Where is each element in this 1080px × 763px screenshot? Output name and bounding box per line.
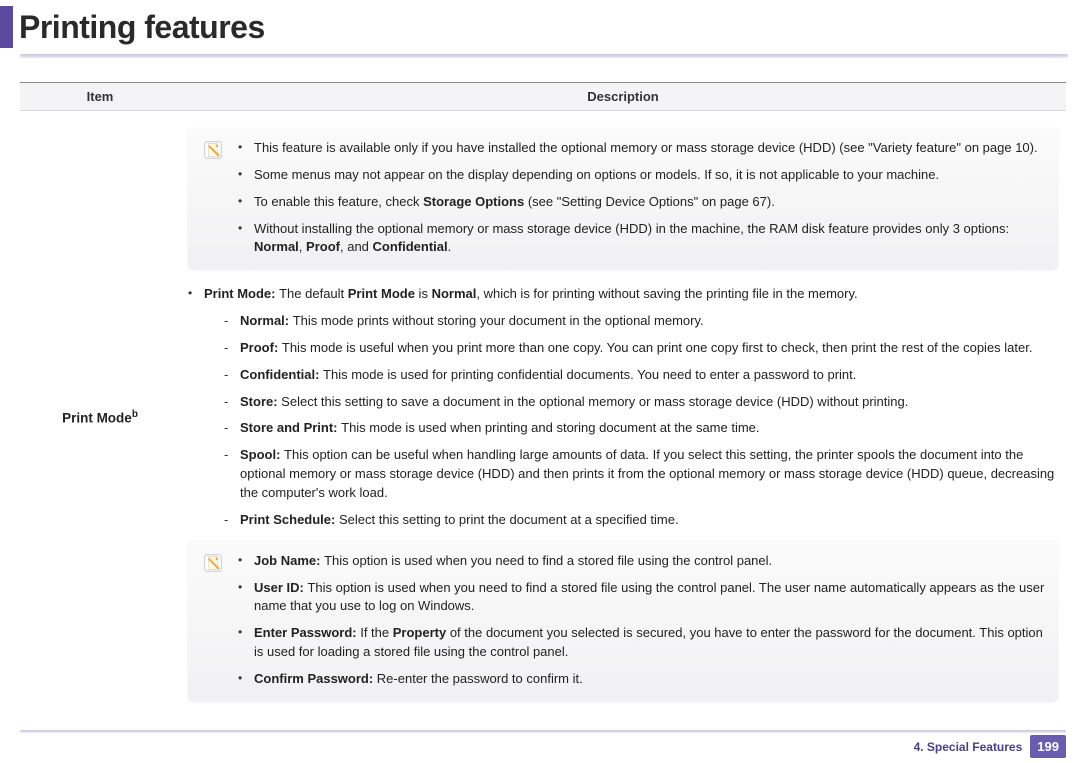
row-label-sup: b — [132, 409, 138, 420]
note2-user-id: User ID: This option is used when you ne… — [238, 579, 1048, 617]
text: , and — [340, 239, 373, 254]
bold: Confidential: — [240, 367, 323, 382]
bold-normal: Normal — [432, 286, 477, 301]
title-accent-bar — [0, 6, 13, 48]
bold-print-mode: Print Mode: — [204, 286, 279, 301]
note-icon — [202, 552, 224, 574]
note-box-job-options: Job Name: This option is used when you n… — [188, 540, 1058, 701]
text: This option can be useful when handling … — [240, 447, 1054, 500]
bold: Confirm Password: — [254, 671, 377, 686]
sub-proof: Proof: This mode is useful when you prin… — [224, 339, 1058, 358]
print-mode-sublist: Normal: This mode prints without storing… — [204, 312, 1058, 530]
note2-confirm-password: Confirm Password: Re-enter the password … — [238, 670, 1048, 689]
bold-confidential: Confidential — [373, 239, 448, 254]
bold: Job Name: — [254, 553, 324, 568]
text: The default — [279, 286, 348, 301]
text: This mode is used for printing confident… — [323, 367, 856, 382]
note-box-availability: This feature is available only if you ha… — [188, 127, 1058, 269]
bold: User ID: — [254, 580, 307, 595]
note2-enter-password: Enter Password: If the Property of the d… — [238, 624, 1048, 662]
col-header-item: Item — [20, 83, 180, 111]
note1-item-enable: To enable this feature, check Storage Op… — [238, 193, 1048, 212]
text: . — [448, 239, 452, 254]
chapter-label: 4. Special Features — [914, 740, 1023, 754]
bold-normal: Normal — [254, 239, 299, 254]
page-title: Printing features — [19, 9, 265, 46]
note1-item-menus: Some menus may not appear on the display… — [238, 166, 1048, 185]
bold-storage-options: Storage Options — [423, 194, 528, 209]
text: , which is for printing without saving t… — [476, 286, 857, 301]
bold: Store: — [240, 394, 281, 409]
text: is — [415, 286, 432, 301]
col-header-desc: Description — [180, 83, 1066, 111]
feature-table: Item Description Print Modeb — [20, 82, 1066, 723]
footer-rule — [20, 730, 1066, 733]
row-label-text: Print Mode — [62, 410, 132, 425]
bold: Spool: — [240, 447, 284, 462]
text: If the — [360, 625, 393, 640]
bold: Proof: — [240, 340, 282, 355]
page-number: 199 — [1030, 735, 1066, 758]
bold-print-mode2: Print Mode — [348, 286, 415, 301]
text: Select this setting to save a document i… — [281, 394, 908, 409]
bold: Print Schedule: — [240, 512, 339, 527]
note1-item-ramdisk: Without installing the optional memory o… — [238, 220, 1048, 258]
text: To enable this feature, check — [254, 194, 423, 209]
text: Select this setting to print the documen… — [339, 512, 679, 527]
row-desc-cell: This feature is available only if you ha… — [180, 111, 1066, 723]
content-area: Item Description Print Modeb — [0, 58, 1080, 723]
note1-item-availability: This feature is available only if you ha… — [238, 139, 1048, 158]
bold: Enter Password: — [254, 625, 360, 640]
bold: Store and Print: — [240, 420, 341, 435]
text: This mode is used when printing and stor… — [341, 420, 759, 435]
title-row: Printing features — [0, 0, 1080, 48]
text: This option is used when you need to fin… — [254, 580, 1044, 614]
bold-proof: Proof — [306, 239, 340, 254]
sub-spool: Spool: This option can be useful when ha… — [224, 446, 1058, 503]
footer: 4. Special Features 199 — [914, 735, 1066, 758]
bold: Normal: — [240, 313, 293, 328]
text: (see "Setting Device Options" on page 67… — [528, 194, 775, 209]
sub-store-print: Store and Print: This mode is used when … — [224, 419, 1058, 438]
row-label-print-mode: Print Modeb — [20, 111, 180, 723]
sub-normal: Normal: This mode prints without storing… — [224, 312, 1058, 331]
text: This mode is useful when you print more … — [282, 340, 1033, 355]
print-mode-lead: Print Mode: The default Print Mode is No… — [188, 285, 1058, 529]
note2-job-name: Job Name: This option is used when you n… — [238, 552, 1048, 571]
print-mode-list: Print Mode: The default Print Mode is No… — [188, 285, 1058, 529]
text: Re-enter the password to confirm it. — [377, 671, 583, 686]
bold-property: Property — [393, 625, 446, 640]
sub-store: Store: Select this setting to save a doc… — [224, 393, 1058, 412]
text: Without installing the optional memory o… — [254, 221, 1009, 236]
text: , — [299, 239, 306, 254]
text: This option is used when you need to fin… — [324, 553, 772, 568]
sub-schedule: Print Schedule: Select this setting to p… — [224, 511, 1058, 530]
sub-confidential: Confidential: This mode is used for prin… — [224, 366, 1058, 385]
note-icon — [202, 139, 224, 161]
text: This mode prints without storing your do… — [293, 313, 704, 328]
